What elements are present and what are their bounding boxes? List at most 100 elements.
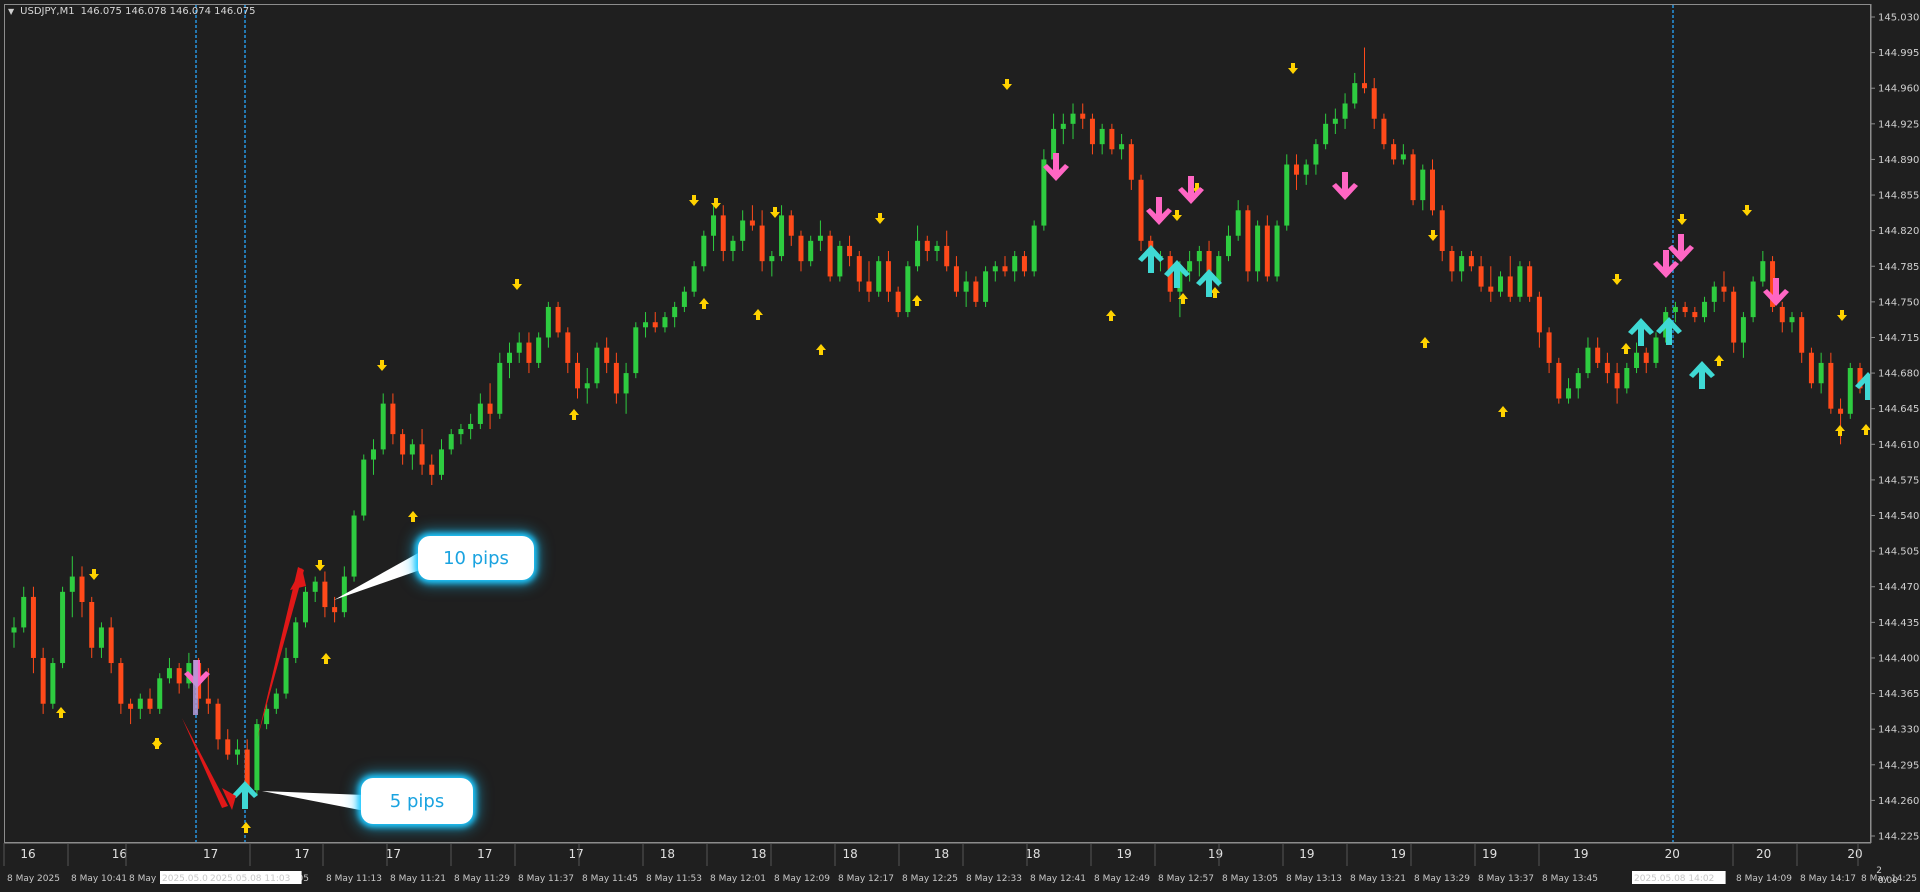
price-chart-svg[interactable]: 145.030 144.995 144.960 144.925 144.890 144.8… <box>0 0 1920 892</box>
bull-candle <box>623 373 629 394</box>
small-up-arrow-icon[interactable] <box>1861 424 1871 435</box>
bull-candle <box>1225 235 1231 257</box>
bear-candle <box>225 739 231 755</box>
small-down-arrow-icon[interactable] <box>1288 63 1298 74</box>
small-down-arrow-icon[interactable] <box>1742 205 1752 216</box>
corner-indicator: 2 0.00 <box>1870 844 1920 892</box>
bull-candle <box>672 306 678 318</box>
small-down-arrow-icon[interactable] <box>875 213 885 224</box>
big-up-arrow-icon[interactable] <box>1628 318 1654 346</box>
big-down-arrow-icon[interactable] <box>1763 278 1789 306</box>
bar-day-label: 19 <box>1208 847 1223 861</box>
time-label: 8 May 12:33 <box>966 874 1022 884</box>
bear-candle <box>1021 256 1027 272</box>
bar-day-label: 16 <box>112 847 127 861</box>
bull-candle <box>701 235 707 267</box>
bar-day-label: 20 <box>1847 847 1862 861</box>
bar-day-label: 17 <box>568 847 583 861</box>
bear-candle <box>856 256 862 282</box>
bear-candle <box>895 291 901 313</box>
small-down-arrow-icon[interactable] <box>1612 274 1622 285</box>
small-down-arrow-icon[interactable] <box>1677 214 1687 225</box>
bull-candle <box>302 591 308 623</box>
bull-candle <box>1235 210 1241 236</box>
big-down-arrow-icon[interactable] <box>1332 172 1358 200</box>
small-up-arrow-icon[interactable] <box>699 298 709 309</box>
small-down-arrow-icon[interactable] <box>1428 230 1438 241</box>
price-label: 144.260 <box>1878 796 1919 807</box>
bull-candle <box>1119 144 1125 150</box>
bull-candle <box>1517 266 1523 297</box>
small-down-arrow-icon[interactable] <box>315 560 325 571</box>
small-down-arrow-icon[interactable] <box>1172 210 1182 221</box>
bar-day-label: 17 <box>386 847 401 861</box>
small-up-arrow-icon[interactable] <box>1498 406 1508 417</box>
small-down-arrow-icon[interactable] <box>1002 79 1012 90</box>
small-down-arrow-icon[interactable] <box>770 207 780 218</box>
bull-candle <box>1031 225 1037 272</box>
small-up-arrow-icon[interactable] <box>1835 425 1845 436</box>
bear-candle <box>1361 83 1367 89</box>
time-label: 8 May 11:45 <box>582 874 638 884</box>
bear-candle <box>885 261 891 292</box>
bull-candle <box>769 256 775 262</box>
small-up-arrow-icon[interactable] <box>1621 343 1631 354</box>
small-up-arrow-icon[interactable] <box>753 309 763 320</box>
bull-candle <box>1818 362 1824 384</box>
small-up-arrow-icon[interactable] <box>321 653 331 664</box>
big-up-arrow-icon[interactable] <box>1689 361 1715 389</box>
big-down-arrow-icon[interactable] <box>1043 153 1069 181</box>
time-label: 8 May 12:09 <box>774 874 830 884</box>
bull-candle <box>711 215 717 236</box>
bear-candle <box>1692 312 1698 318</box>
bear-candle <box>788 215 794 236</box>
big-up-arrow-icon[interactable] <box>1656 317 1682 345</box>
bear-candle <box>1614 373 1620 389</box>
small-up-arrow-icon[interactable] <box>1420 337 1430 348</box>
small-up-arrow-icon[interactable] <box>1714 355 1724 366</box>
bear-candle <box>866 281 872 292</box>
highlight-bar <box>193 660 198 715</box>
bull-candle <box>983 271 989 302</box>
small-down-arrow-icon[interactable] <box>711 198 721 209</box>
bear-candle <box>30 596 36 658</box>
bull-candle <box>934 245 940 251</box>
big-down-arrow-icon[interactable] <box>1146 197 1172 225</box>
small-up-arrow-icon[interactable] <box>241 822 251 833</box>
price-label: 144.365 <box>1878 689 1919 700</box>
bear-candle <box>332 607 338 613</box>
bull-candle <box>545 306 551 338</box>
big-down-arrow-icon[interactable] <box>1668 234 1694 262</box>
small-down-arrow-icon[interactable] <box>512 279 522 290</box>
callout-5-tail <box>262 791 365 811</box>
bar-day-label: 19 <box>1391 847 1406 861</box>
collapse-triangle-icon[interactable]: ▼ <box>8 7 14 16</box>
bear-candle <box>1381 118 1387 145</box>
small-up-arrow-icon[interactable] <box>1106 310 1116 321</box>
small-down-arrow-icon[interactable] <box>1837 310 1847 321</box>
small-down-arrow-icon[interactable] <box>377 360 387 371</box>
bear-candle <box>1089 118 1095 145</box>
bear-candle <box>89 602 95 648</box>
small-up-arrow-icon[interactable] <box>816 344 826 355</box>
small-up-arrow-icon[interactable] <box>408 511 418 522</box>
small-up-arrow-icon[interactable] <box>56 707 66 718</box>
time-label: 8 May 13:05 <box>1222 874 1278 884</box>
bull-candle <box>1459 256 1465 272</box>
time-label: 8 May 10:41 <box>71 874 127 884</box>
small-down-arrow-icon[interactable] <box>689 195 699 206</box>
small-up-arrow-icon[interactable] <box>152 738 162 749</box>
bull-candle <box>992 266 998 272</box>
big-down-arrow-icon[interactable] <box>1178 176 1204 204</box>
bull-candle <box>50 663 56 704</box>
bear-candle <box>176 668 182 684</box>
vline-time-label: 2025.05.08 <box>162 874 214 884</box>
price-label: 144.330 <box>1878 725 1919 736</box>
small-down-arrow-icon[interactable] <box>89 569 99 580</box>
small-up-arrow-icon[interactable] <box>912 295 922 306</box>
time-label: 8 May 13:37 <box>1478 874 1534 884</box>
big-up-arrow-icon[interactable] <box>232 781 258 809</box>
bull-candle <box>536 337 542 363</box>
chart-canvas[interactable]: 145.030 144.995 144.960 144.925 144.890 144.8… <box>0 0 1920 892</box>
small-up-arrow-icon[interactable] <box>569 409 579 420</box>
